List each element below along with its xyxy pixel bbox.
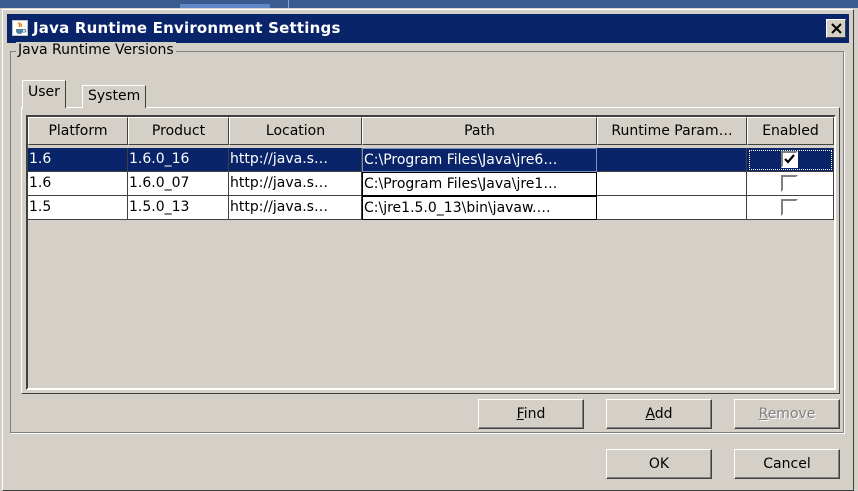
close-icon (831, 23, 842, 34)
title-bar[interactable]: Java Runtime Environment Settings (7, 14, 849, 43)
checkmark-icon (784, 154, 795, 164)
background-separator (288, 0, 289, 8)
ok-button[interactable]: OK (606, 449, 712, 479)
cell-enabled[interactable] (747, 148, 834, 172)
cell-path[interactable]: C:\Program Files\Java\jre6… (362, 148, 597, 172)
add-label: dd (654, 406, 673, 422)
background-highlight (180, 4, 270, 8)
cancel-button[interactable]: Cancel (734, 449, 840, 479)
cell-product[interactable]: 1.6.0_16 (128, 148, 229, 172)
cell-runtime-params[interactable] (597, 148, 747, 172)
cell-path[interactable]: C:\jre1.5.0_13\bin\javaw.… (362, 196, 597, 220)
java-cup-icon (12, 20, 28, 36)
cell-product[interactable]: 1.6.0_07 (128, 172, 229, 196)
tab-user[interactable]: User (22, 80, 66, 108)
cell-platform[interactable]: 1.6 (28, 172, 128, 196)
group-label: Java Runtime Versions (16, 42, 176, 58)
table-row[interactable]: 1.5 1.5.0_13 http://java.s… C:\jre1.5.0_… (28, 196, 834, 220)
tab-system[interactable]: System (82, 85, 147, 108)
cell-runtime-params[interactable] (597, 196, 747, 220)
cell-platform[interactable]: 1.5 (28, 196, 128, 220)
cell-runtime-params[interactable] (597, 172, 747, 196)
cell-location[interactable]: http://java.s… (229, 196, 362, 220)
column-header-path[interactable]: Path (362, 117, 597, 145)
table-row[interactable]: 1.6 1.6.0_07 http://java.s… C:\Program F… (28, 172, 834, 196)
window-title: Java Runtime Environment Settings (33, 19, 341, 37)
column-header-location[interactable]: Location (229, 117, 362, 145)
table-row[interactable]: 1.6 1.6.0_16 http://java.s… C:\Program F… (28, 148, 834, 172)
remove-button[interactable]: Remove (734, 399, 840, 429)
table-header: Platform Product Location Path Runtime P… (28, 117, 834, 145)
cell-platform[interactable]: 1.6 (28, 148, 128, 172)
column-header-platform[interactable]: Platform (28, 117, 128, 145)
tab-system-label: System (88, 88, 141, 104)
enabled-checkbox[interactable] (781, 199, 798, 216)
close-button[interactable] (826, 19, 846, 38)
add-mnemonic: A (645, 406, 655, 422)
enabled-checkbox[interactable] (781, 151, 798, 168)
cell-path[interactable]: C:\Program Files\Java\jre1… (362, 172, 597, 196)
enabled-checkbox[interactable] (781, 175, 798, 192)
find-label: ind (523, 406, 546, 422)
jre-table[interactable]: Platform Product Location Path Runtime P… (26, 115, 836, 390)
cell-enabled[interactable] (747, 196, 834, 220)
cell-enabled[interactable] (747, 172, 834, 196)
cell-location[interactable]: http://java.s… (229, 172, 362, 196)
background-taskbar-strip (0, 0, 858, 8)
tab-user-label: User (28, 84, 60, 100)
find-mnemonic: F (516, 406, 524, 422)
add-button[interactable]: Add (606, 399, 712, 429)
column-header-runtime-params[interactable]: Runtime Param… (597, 117, 747, 145)
remove-label: emove (767, 406, 816, 422)
column-header-enabled[interactable]: Enabled (747, 117, 834, 145)
find-button[interactable]: Find (478, 399, 584, 429)
cell-location[interactable]: http://java.s… (229, 148, 362, 172)
remove-mnemonic: R (758, 406, 768, 422)
cell-product[interactable]: 1.5.0_13 (128, 196, 229, 220)
column-header-product[interactable]: Product (128, 117, 229, 145)
